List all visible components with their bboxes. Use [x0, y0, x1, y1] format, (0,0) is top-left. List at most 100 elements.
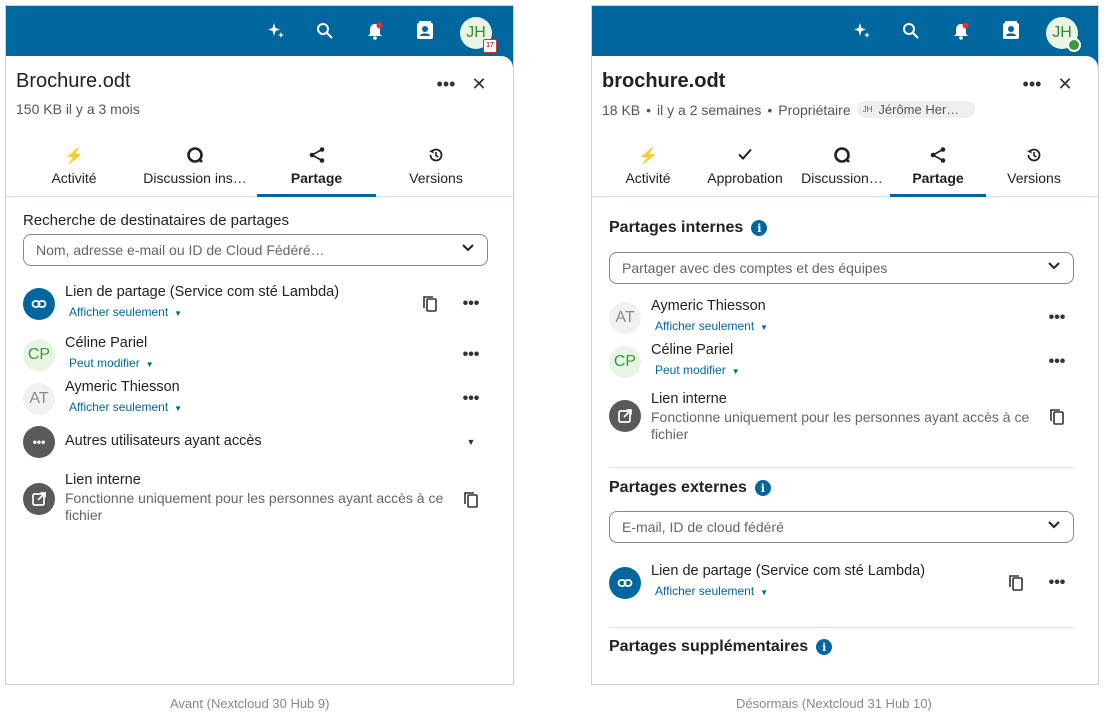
avatar-initials: CP [613, 353, 637, 370]
assistant-sparkle-icon[interactable] [265, 20, 287, 42]
discussion-icon [794, 146, 890, 168]
file-modified-time: il y a 2 semaines [657, 101, 762, 118]
copy-icon[interactable] [1004, 571, 1028, 595]
info-icon[interactable]: i [754, 480, 771, 496]
section-title: Partages internes [609, 219, 744, 236]
permission-label: Afficher seulement [655, 584, 755, 598]
tab-approval[interactable]: Approbation [696, 144, 794, 196]
share-name: Lien interne [65, 472, 141, 488]
notifications-bell-icon[interactable] [364, 20, 386, 42]
chevron-down-icon [461, 241, 475, 258]
share-row-public-link: Lien de partage (Service com sté Lambda)… [592, 563, 1098, 605]
more-actions-icon[interactable]: ••• [459, 343, 483, 367]
tab-activity[interactable]: ⚡ Activité [600, 144, 696, 196]
file-meta: 18 KB • il y a 2 semaines • Propriétaire… [602, 101, 976, 118]
caret-down-icon: ▼ [174, 309, 183, 318]
notifications-bell-icon[interactable] [950, 20, 972, 42]
close-icon[interactable]: ✕ [467, 72, 491, 96]
tab-label: Versions [1007, 170, 1061, 186]
file-meta-text: 150 KB il y a 3 mois [16, 101, 140, 117]
section-divider [609, 467, 1074, 468]
assistant-sparkle-icon[interactable] [851, 20, 873, 42]
permission-dropdown[interactable]: Afficher seulement ▼ [655, 584, 768, 598]
avatar-initials: CP [27, 346, 51, 363]
link-icon [609, 567, 641, 599]
sidebar-sheet: brochure.odt 18 KB • il y a 2 semaines •… [592, 56, 1098, 684]
history-icon [376, 146, 496, 168]
copy-icon[interactable] [418, 292, 442, 316]
more-actions-icon[interactable]: ••• [1045, 571, 1069, 595]
more-actions-icon[interactable]: ••• [1020, 72, 1044, 96]
share-name: Aymeric Thiesson [65, 379, 180, 395]
permission-dropdown[interactable]: Afficher seulement ▼ [69, 400, 182, 414]
other-users-with-access-row[interactable]: ••• Autres utilisateurs ayant accès ▼ [6, 426, 513, 466]
more-actions-icon[interactable]: ••• [434, 72, 458, 96]
share-name: Lien de partage (Service com sté Lambda) [65, 284, 340, 300]
caret-down-icon[interactable]: ▼ [459, 430, 483, 454]
share-name: Lien de partage (Service com sté Lambda) [651, 563, 926, 579]
sharee-search-input[interactable]: Nom, adresse e-mail ou ID de Cloud Fédér… [23, 234, 488, 266]
after-caption: Désormais (Nextcloud 31 Hub 10) [736, 696, 932, 711]
external-link-icon [609, 400, 641, 432]
top-bar: JH 17 [6, 6, 513, 56]
link-icon [23, 288, 55, 320]
permission-dropdown[interactable]: Afficher seulement ▼ [69, 305, 182, 319]
tab-discussion[interactable]: Discussion… [794, 144, 890, 196]
calendar-badge-date: 17 [486, 42, 494, 49]
search-icon[interactable] [900, 20, 922, 42]
share-row-user: AT Aymeric Thiesson Afficher seulement ▼ … [592, 298, 1098, 340]
permission-dropdown[interactable]: Afficher seulement ▼ [655, 319, 768, 333]
tab-activity[interactable]: ⚡ Activité [14, 144, 134, 196]
tab-versions[interactable]: Versions [376, 144, 496, 196]
permission-dropdown[interactable]: Peut modifier ▼ [655, 363, 740, 377]
tab-label: Versions [409, 170, 463, 186]
discussion-icon [134, 146, 256, 168]
top-bar: JH [592, 6, 1098, 56]
internal-link-description: Fonctionne uniquement pour les personnes… [65, 490, 444, 523]
separator-dot-icon: • [767, 101, 773, 118]
more-actions-icon[interactable]: ••• [459, 387, 483, 411]
copy-icon[interactable] [1045, 405, 1069, 429]
contacts-icon[interactable] [1000, 20, 1022, 42]
avatar: AT [609, 302, 641, 334]
tab-sharing[interactable]: Partage [257, 144, 376, 197]
tab-label: Discussion ins… [143, 170, 247, 186]
sharee-search-placeholder: Nom, adresse e-mail ou ID de Cloud Fédér… [36, 242, 325, 258]
section-title: Partages supplémentaires [609, 638, 809, 655]
tab-label: Activité [625, 170, 671, 186]
internal-link-description: Fonctionne uniquement pour les personnes… [651, 409, 1030, 442]
search-icon[interactable] [314, 20, 336, 42]
info-icon[interactable]: i [751, 220, 768, 236]
contacts-icon[interactable] [414, 20, 436, 42]
file-title: Brochure.odt [16, 70, 131, 92]
owner-chip[interactable]: JH Jérôme Her… [856, 101, 976, 118]
permission-dropdown[interactable]: Peut modifier ▼ [69, 356, 154, 370]
more-users-icon: ••• [23, 426, 55, 458]
caret-down-icon: ▼ [760, 588, 769, 597]
info-icon[interactable]: i [816, 639, 833, 655]
sharee-search-label: Recherche de destinataires de partages [23, 212, 290, 229]
file-meta: 150 KB il y a 3 mois [16, 101, 140, 117]
close-icon[interactable]: ✕ [1053, 72, 1077, 96]
external-share-search-input[interactable]: E-mail, ID de cloud fédéré [609, 511, 1074, 543]
permission-label: Peut modifier [655, 363, 726, 377]
check-icon [696, 146, 794, 168]
avatar: CP [23, 339, 55, 371]
caret-down-icon: ▼ [174, 404, 183, 413]
share-icon [257, 146, 376, 168]
sidebar-sheet: Brochure.odt 150 KB il y a 3 mois ••• ✕ … [6, 56, 513, 684]
share-name: Aymeric Thiesson [651, 298, 766, 314]
activity-icon: ⚡ [64, 148, 84, 165]
tab-sharing[interactable]: Partage [890, 144, 986, 197]
internal-share-placeholder: Partager avec des comptes et des équipes [622, 260, 888, 276]
tab-versions[interactable]: Versions [986, 144, 1082, 196]
tab-discussion[interactable]: Discussion ins… [134, 144, 256, 196]
more-actions-icon[interactable]: ••• [1045, 306, 1069, 330]
copy-icon[interactable] [459, 488, 483, 512]
internal-share-search-input[interactable]: Partager avec des comptes et des équipes [609, 252, 1074, 284]
more-actions-icon[interactable]: ••• [459, 292, 483, 316]
owner-label: Propriétaire [778, 101, 851, 118]
more-actions-icon[interactable]: ••• [1045, 350, 1069, 374]
internal-shares-heading: Partages internes i [609, 219, 768, 237]
tab-label: Partage [912, 170, 964, 186]
